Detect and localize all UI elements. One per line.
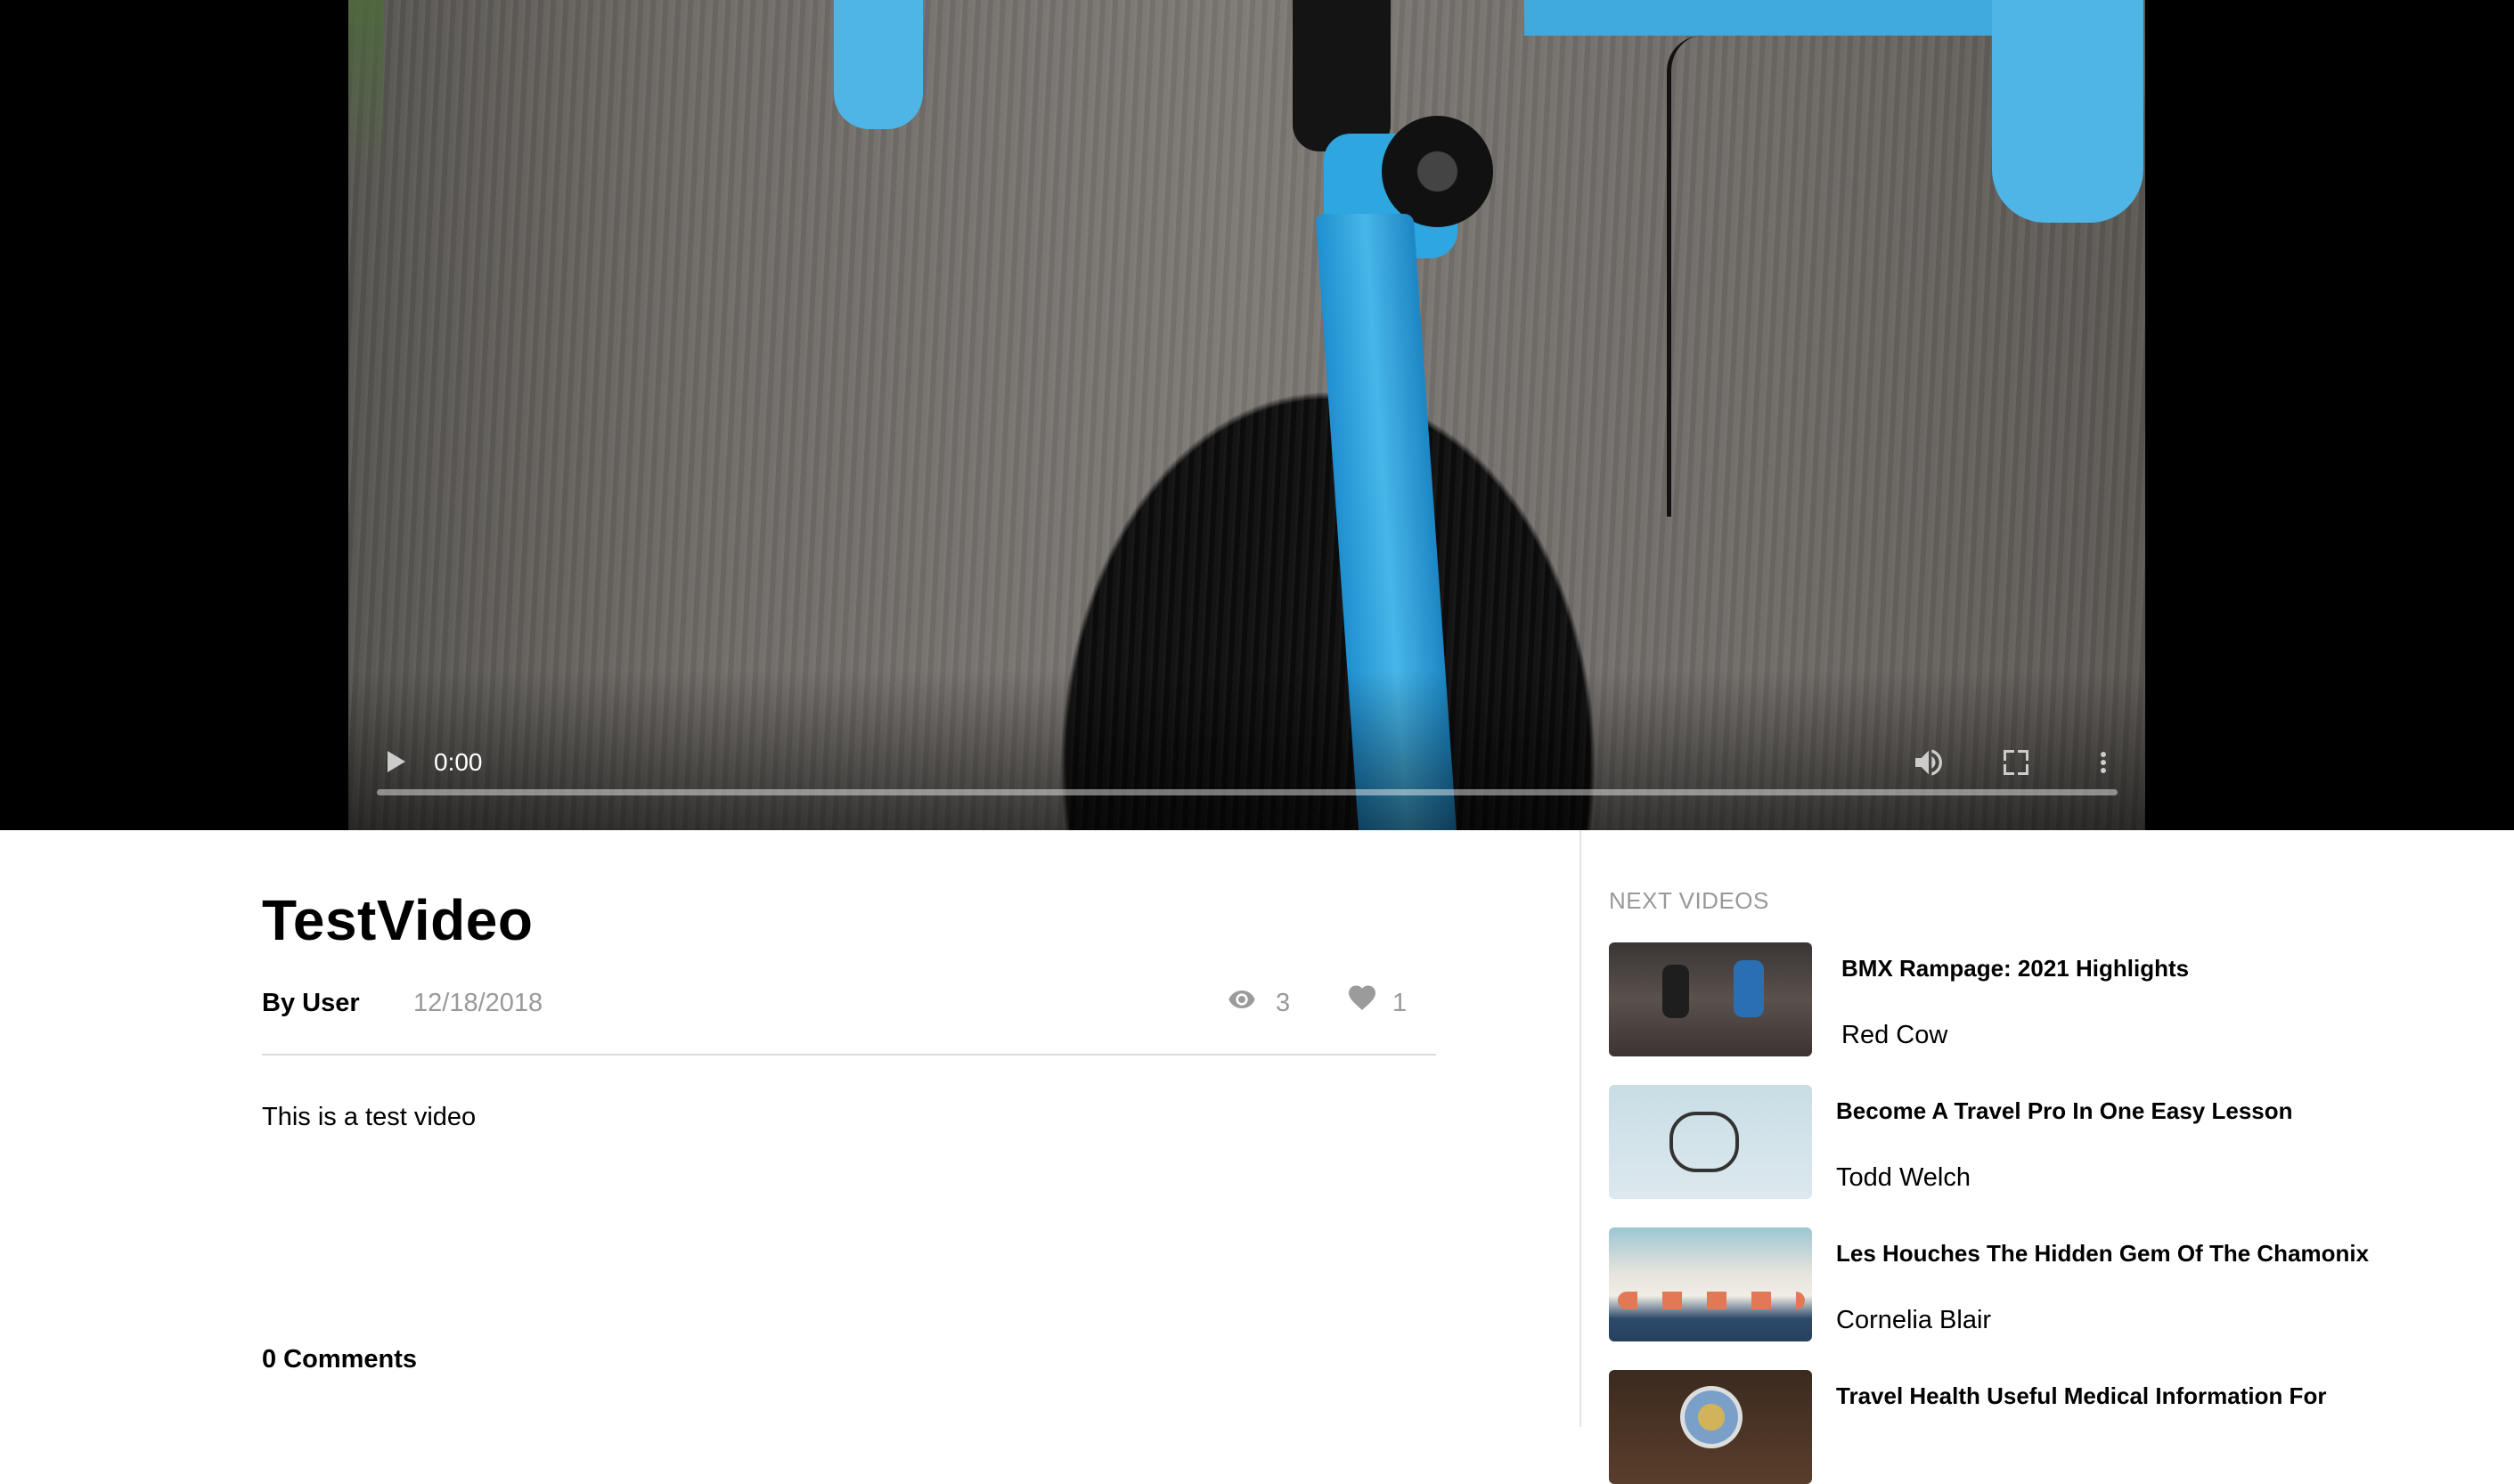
- video-player-area: 0:00: [0, 0, 2514, 830]
- video-frame-left-grip: [834, 0, 923, 129]
- next-video-title[interactable]: Become A Travel Pro In One Easy Lesson: [1836, 1097, 2371, 1125]
- video-frame-handlebar: [1524, 0, 2059, 36]
- video-frame-cable: [1667, 36, 1702, 517]
- current-time: 0:00: [434, 748, 483, 776]
- play-icon[interactable]: [380, 746, 412, 778]
- next-video-title[interactable]: BMX Rampage: 2021 Highlights: [1841, 955, 2376, 983]
- next-video-item[interactable]: Travel Health Useful Medical Information…: [1609, 1370, 2366, 1484]
- video-controls: 0:00: [348, 705, 2145, 830]
- video-thumbnail[interactable]: [1609, 1085, 1812, 1199]
- next-video-item[interactable]: BMX Rampage: 2021 Highlights Red Cow: [1609, 942, 2366, 1056]
- progress-bar[interactable]: [377, 789, 2118, 795]
- video-description: This is a test video: [262, 1103, 477, 1131]
- next-video-title[interactable]: Les Houches The Hidden Gem Of The Chamon…: [1836, 1240, 2371, 1268]
- more-vertical-icon[interactable]: [2094, 745, 2112, 780]
- details-divider: [262, 1054, 1436, 1056]
- next-videos-heading: NEXT VIDEOS: [1609, 887, 1769, 914]
- next-video-title[interactable]: Travel Health Useful Medical Information…: [1836, 1382, 2388, 1410]
- views-count: 3: [1276, 989, 1291, 1017]
- volume-icon-glyph: [1915, 749, 1942, 776]
- next-video-item[interactable]: Les Houches The Hidden Gem Of The Chamon…: [1609, 1227, 2369, 1341]
- video-author[interactable]: By User: [262, 989, 360, 1018]
- likes-count: 1: [1392, 989, 1408, 1017]
- video-frame-grass: [348, 0, 384, 178]
- video-date: 12/18/2018: [413, 989, 543, 1017]
- video-title: TestVideo: [262, 888, 534, 952]
- comments-count: 0 Comments: [262, 1345, 418, 1374]
- volume-icon[interactable]: [1911, 745, 1947, 780]
- next-video-author: Red Cow: [1841, 1021, 1948, 1049]
- column-divider: [1579, 830, 1581, 1427]
- next-video-author: Cornelia Blair: [1836, 1306, 1992, 1334]
- video-player[interactable]: 0:00: [348, 0, 2145, 830]
- next-video-author: Todd Welch: [1836, 1163, 1971, 1192]
- video-thumbnail[interactable]: [1609, 1227, 1812, 1341]
- video-thumbnail[interactable]: [1609, 1370, 1812, 1484]
- video-frame-right-grip: [1992, 0, 2143, 223]
- eye-icon: [1228, 991, 1255, 1008]
- video-frame-stem: [1293, 0, 1391, 151]
- heart-icon[interactable]: [1345, 982, 1379, 1014]
- next-video-item[interactable]: Become A Travel Pro In One Easy Lesson T…: [1609, 1085, 2366, 1199]
- video-thumbnail[interactable]: [1609, 942, 1812, 1056]
- video-frame-headset: [1382, 116, 1493, 227]
- fullscreen-icon[interactable]: [1998, 745, 2034, 780]
